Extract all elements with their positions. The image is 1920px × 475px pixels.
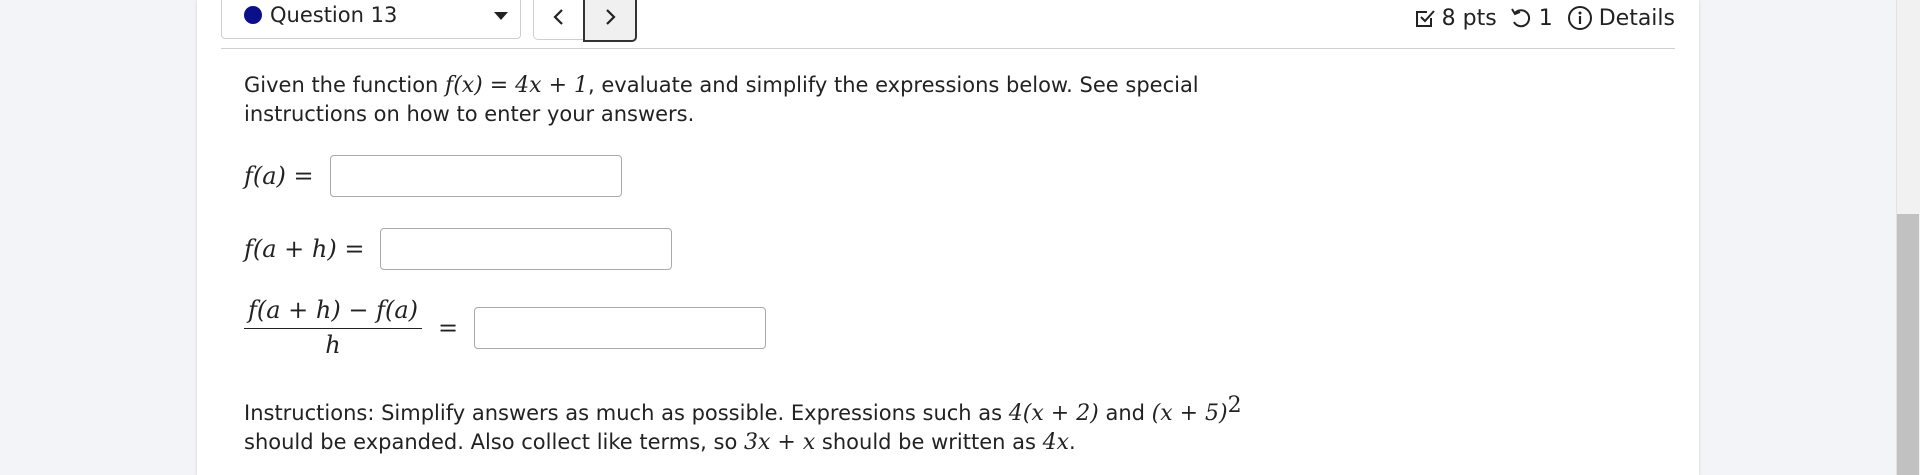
- equals-sign: =: [438, 313, 459, 342]
- answer-label-fa: f(a) =: [244, 162, 314, 190]
- question-selector[interactable]: Question 13: [221, 0, 521, 39]
- answer-input-fah[interactable]: [380, 228, 673, 270]
- answer-label-fah: f(a + h) =: [244, 235, 365, 263]
- fraction-numerator: f(a + h) − f(a): [244, 296, 423, 329]
- problem-intro-start: Given the function: [244, 73, 446, 97]
- answer-row-fah: f(a + h) =: [244, 228, 673, 270]
- status-dot-icon: [244, 6, 262, 24]
- chevron-right-icon: [606, 9, 616, 25]
- points-indicator: 8 pts: [1414, 6, 1509, 31]
- tries-text: 1: [1538, 5, 1553, 31]
- question-toolbar: 8 pts 1 Details: [1414, 3, 1675, 33]
- info-icon: [1567, 6, 1592, 30]
- points-text: 8 pts: [1441, 5, 1497, 31]
- instructions-expr-3: 3x + x: [744, 430, 816, 455]
- instructions-text-3: should be expanded. Also collect like te…: [244, 430, 745, 454]
- instructions-expr-4: 4x: [1042, 430, 1070, 455]
- instructions-expr-1: 4(x + 2): [1008, 401, 1099, 426]
- difference-quotient: f(a + h) − f(a) h: [244, 296, 423, 359]
- instructions-text-4: should be written as: [815, 430, 1043, 454]
- fraction-denominator: h: [325, 331, 341, 359]
- question-label: Question 13: [270, 3, 398, 27]
- problem-statement: Given the function f(x) = 4x + 1, evalua…: [244, 71, 1304, 128]
- answer-row-difference-quotient: f(a + h) − f(a) h =: [244, 296, 767, 359]
- retry-icon: [1510, 8, 1530, 28]
- instructions-text-2: and: [1098, 401, 1152, 425]
- chevron-left-icon: [553, 9, 563, 25]
- checkbox-icon: [1415, 10, 1435, 27]
- function-definition: f(x) = 4x + 1: [445, 73, 589, 98]
- scrollbar-thumb[interactable]: [1897, 214, 1919, 475]
- answer-row-fa: f(a) =: [244, 155, 622, 197]
- answer-input-fa[interactable]: [329, 155, 622, 197]
- next-question-button[interactable]: [583, 0, 637, 42]
- instructions-expr-2-exponent: 2: [1227, 393, 1242, 418]
- instructions: Instructions: Simplify answers as much a…: [244, 392, 1304, 457]
- tries-indicator: 1: [1509, 6, 1567, 31]
- answer-input-difference-quotient[interactable]: [474, 306, 767, 349]
- previous-question-button[interactable]: [533, 0, 585, 40]
- instructions-text-1: Instructions: Simplify answers as much a…: [244, 401, 1009, 425]
- instructions-text-5: .: [1069, 430, 1076, 454]
- details-label: Details: [1598, 5, 1675, 31]
- details-button[interactable]: Details: [1567, 5, 1675, 31]
- caret-down-icon: [494, 12, 508, 20]
- instructions-expr-2: (x + 5): [1151, 401, 1228, 426]
